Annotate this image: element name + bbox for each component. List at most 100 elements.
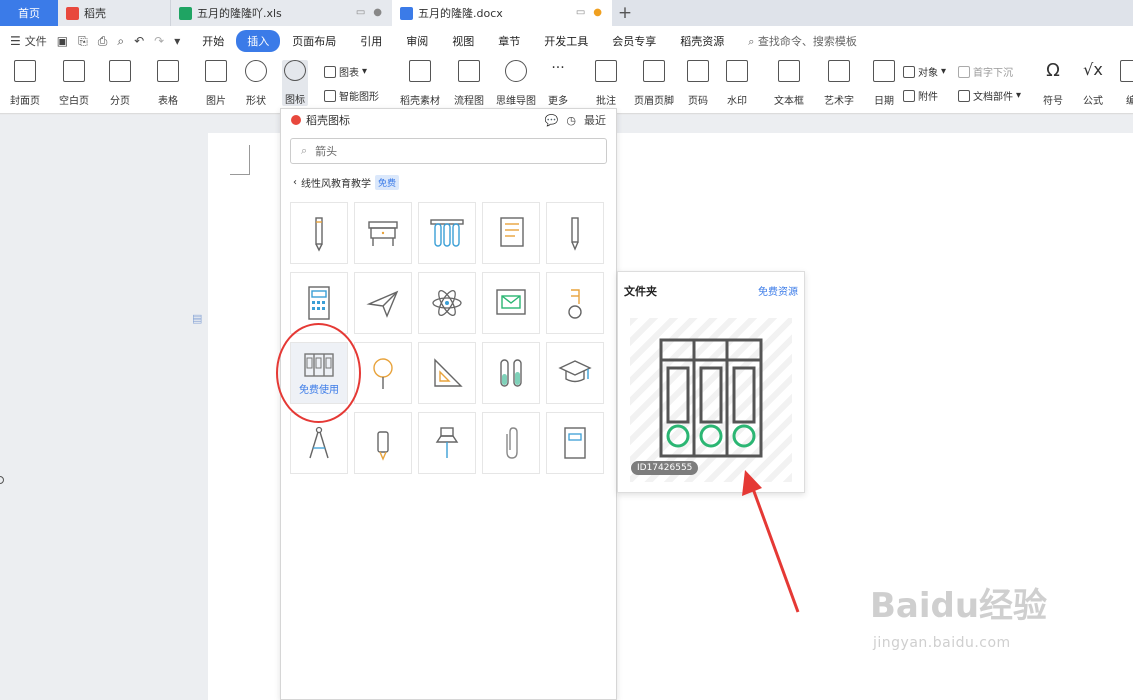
monitor-icon[interactable]: ▭: [356, 7, 365, 18]
tab-docx[interactable]: 五月的隆隆.docx ▭ ●: [392, 0, 612, 26]
icon-cell-pen[interactable]: [546, 202, 604, 264]
shape-button[interactable]: 形状: [245, 60, 267, 107]
menu-view[interactable]: 视图: [440, 33, 486, 49]
symbol-button[interactable]: Ω 符号: [1042, 60, 1064, 107]
redo-icon[interactable]: ↷: [154, 34, 164, 48]
chart-button[interactable]: 图表 ▾: [324, 64, 367, 79]
icon-cell-atom[interactable]: [418, 272, 476, 334]
menu-home[interactable]: 开始: [190, 33, 236, 49]
textbox-button[interactable]: 文本框: [774, 60, 804, 107]
icon-cell-graduation-cap[interactable]: [546, 342, 604, 404]
icon-cell-pushpin[interactable]: [418, 412, 476, 474]
icon-search-box[interactable]: ⌕: [290, 138, 607, 164]
date-button[interactable]: 日期: [873, 60, 895, 107]
icon-cell-desk[interactable]: [354, 202, 412, 264]
comment-button[interactable]: 批注: [595, 60, 617, 107]
feedback-icon[interactable]: 💬: [545, 114, 559, 127]
monitor-icon[interactable]: ▭: [576, 7, 585, 18]
free-badge: 免费: [375, 175, 400, 190]
save-icon[interactable]: ▣: [57, 34, 68, 48]
icon-cell-paper-plane[interactable]: [354, 272, 412, 334]
object-button[interactable]: 对象 ▾: [903, 64, 946, 79]
icon-search-input[interactable]: [315, 144, 566, 158]
flowchart-button[interactable]: 流程图: [454, 60, 484, 107]
export-icon[interactable]: ⎘: [78, 34, 88, 49]
shape-icon: [245, 60, 267, 82]
preview-icon[interactable]: ⌕: [117, 34, 124, 49]
header-footer-button[interactable]: 页眉页脚: [634, 60, 674, 107]
breadcrumb[interactable]: ‹ 线性风教育教学 免费: [293, 175, 400, 190]
menu-insert[interactable]: 插入: [236, 30, 281, 52]
paragraph-icon[interactable]: ▤: [192, 312, 204, 326]
more-button[interactable]: ··· 更多: [547, 60, 569, 107]
menu-layout[interactable]: 页面布局: [280, 33, 348, 49]
tab-home[interactable]: 首页: [0, 0, 58, 26]
wordart-label: 艺术字: [824, 96, 854, 107]
clock-icon[interactable]: ◷: [566, 114, 576, 127]
docpart-button[interactable]: 文档部件 ▾: [958, 88, 1021, 103]
table-button[interactable]: 表格: [157, 60, 179, 107]
icon-cell-marker[interactable]: [354, 412, 412, 474]
icon-cell-scroll[interactable]: [482, 202, 540, 264]
menu-review[interactable]: 审阅: [394, 33, 440, 49]
recent-button[interactable]: 最近: [584, 112, 606, 128]
smartart-icon: [324, 89, 336, 102]
page-break-button[interactable]: 分页: [109, 60, 131, 107]
page-break-icon: [109, 60, 131, 82]
watermark-button[interactable]: 水印: [726, 60, 748, 107]
dot-icon[interactable]: ●: [373, 7, 382, 18]
picture-button[interactable]: 图片: [205, 60, 227, 107]
print-icon[interactable]: ⎙: [98, 34, 108, 49]
icon-cell-paperclip[interactable]: [482, 412, 540, 474]
menu-developer[interactable]: 开发工具: [532, 33, 600, 49]
document-scroll-icon: [500, 217, 524, 247]
formula-button[interactable]: √x 公式: [1082, 60, 1104, 107]
picture-icon: [205, 60, 227, 82]
dropcap-button[interactable]: 首字下沉: [958, 64, 1013, 79]
wordart-button[interactable]: 艺术字: [824, 60, 854, 107]
quick-access: ☰ 文件 ▣ ⎘ ⎙ ⌕ ↶ ↷ ▾: [0, 33, 190, 49]
undo-icon[interactable]: ↶: [134, 34, 144, 48]
command-search-label: 查找命令、搜索模板: [757, 35, 857, 48]
icon-cell-pencil[interactable]: [290, 202, 348, 264]
comment-label: 批注: [596, 96, 616, 107]
smartart-button[interactable]: 智能图形: [324, 88, 379, 103]
flask-stand-icon: [568, 289, 582, 319]
attachment-button[interactable]: 附件: [903, 88, 938, 103]
cover-page-button[interactable]: 封面页: [10, 60, 40, 107]
daoke-logo-icon: [291, 115, 301, 125]
edit-button[interactable]: 编: [1120, 60, 1133, 107]
menu-daoke[interactable]: 稻壳资源: [668, 33, 736, 49]
test-tubes-icon: [430, 219, 464, 247]
icon-button[interactable]: 图标: [282, 60, 308, 106]
icon-cell-vials[interactable]: [482, 342, 540, 404]
hamburger-icon[interactable]: ☰: [10, 34, 21, 48]
tab-xls[interactable]: 五月的隆隆吖.xls ▭ ●: [170, 0, 392, 26]
table-label: 表格: [158, 96, 178, 107]
icon-cell-test-tubes[interactable]: [418, 202, 476, 264]
new-tab-button[interactable]: +: [612, 0, 638, 26]
free-resource-link[interactable]: 免费资源: [758, 283, 798, 298]
blank-page-button[interactable]: 空白页: [59, 60, 89, 107]
chevron-left-icon[interactable]: ‹: [293, 177, 297, 188]
edit-icon: [1120, 60, 1133, 82]
page-number-button[interactable]: 页码: [687, 60, 709, 107]
cover-page-label: 封面页: [10, 96, 40, 107]
menu-section[interactable]: 章节: [486, 33, 532, 49]
icon-cell-triangle-ruler[interactable]: [418, 342, 476, 404]
icon-cell-magnifier[interactable]: [354, 342, 412, 404]
daoke-material-button[interactable]: 稻壳素材: [400, 60, 440, 107]
daoke-logo-icon: [66, 6, 79, 20]
tab-daoke[interactable]: 稻壳: [58, 0, 170, 26]
menu-reference[interactable]: 引用: [348, 33, 394, 49]
menu-file[interactable]: 文件: [25, 33, 47, 49]
icon-cell-email-window[interactable]: [482, 272, 540, 334]
menu-member[interactable]: 会员专享: [600, 33, 668, 49]
icon-cell-book[interactable]: [546, 412, 604, 474]
command-search[interactable]: ⌕ 查找命令、搜索模板: [748, 33, 857, 49]
mindmap-button[interactable]: 思维导图: [496, 60, 536, 107]
panel-title: 稻壳图标: [306, 114, 350, 127]
customize-icon[interactable]: ▾: [174, 34, 180, 48]
page-number-icon: [687, 60, 709, 82]
icon-cell-flask-stand[interactable]: [546, 272, 604, 334]
